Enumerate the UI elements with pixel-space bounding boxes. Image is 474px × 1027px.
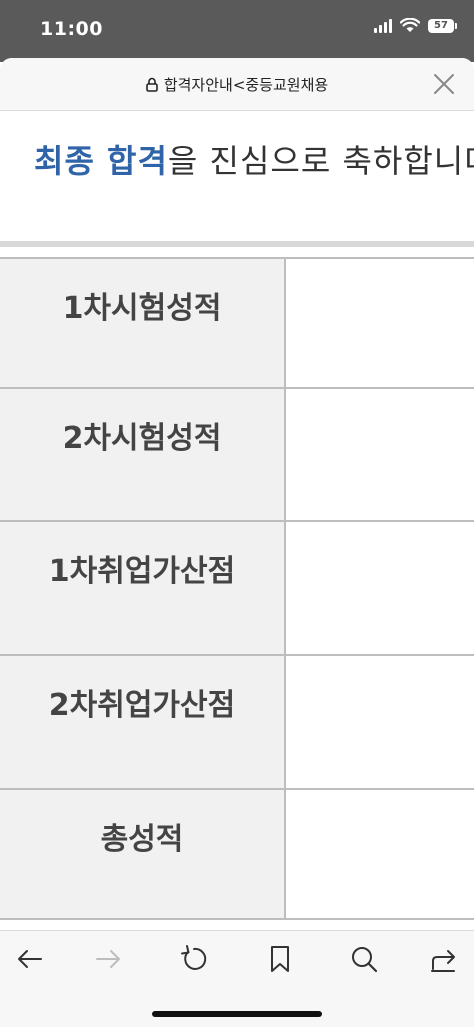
row-label: 1차취업가산점 <box>0 520 286 656</box>
home-indicator <box>152 1011 322 1017</box>
page-title-text: 합격자안내<중등교원채용 <box>163 76 329 94</box>
congrats-highlight: 최종 합격 <box>34 142 168 180</box>
reload-icon <box>181 945 207 970</box>
status-time: 11:00 <box>40 18 103 40</box>
score-table: 1차시험성적 2차시험성적 1차취업가산점 2차취업가산점 총성적 <box>0 257 474 920</box>
battery-icon: 57 <box>428 18 457 33</box>
row-value <box>284 257 474 389</box>
status-bar: 11:00 57 <box>0 0 474 62</box>
search-icon <box>352 947 378 973</box>
row-label: 총성적 <box>0 788 286 920</box>
table-row: 2차취업가산점 <box>0 654 474 790</box>
congrats-rest: 을 진심으로 축하합니다 <box>167 142 474 180</box>
page-title: 합격자안내<중등교원채용 <box>0 74 474 95</box>
row-label: 1차시험성적 <box>0 257 286 389</box>
row-value <box>284 654 474 790</box>
sheet-header: 합격자안내<중등교원채용 <box>0 58 474 111</box>
bookmark-button[interactable] <box>264 943 296 975</box>
forward-button[interactable] <box>92 943 124 975</box>
row-value <box>284 788 474 920</box>
table-row: 1차취업가산점 <box>0 520 474 656</box>
back-arrow-icon <box>18 950 42 968</box>
row-label: 2차시험성적 <box>0 387 286 522</box>
back-button[interactable] <box>14 943 46 975</box>
status-icons: 57 <box>374 18 457 33</box>
row-label: 2차취업가산점 <box>0 654 286 790</box>
row-value <box>284 387 474 522</box>
search-button[interactable] <box>348 943 380 975</box>
reload-button[interactable] <box>178 943 210 975</box>
share-button[interactable] <box>428 943 460 975</box>
row-value <box>284 520 474 656</box>
table-row: 2차시험성적 <box>0 387 474 522</box>
table-row: 총성적 <box>0 788 474 920</box>
table-row: 1차시험성적 <box>0 257 474 389</box>
lock-icon <box>146 77 158 92</box>
forward-arrow-icon <box>96 950 120 968</box>
bookmark-icon <box>271 946 289 972</box>
wifi-icon <box>400 18 420 32</box>
close-button[interactable] <box>432 72 456 96</box>
share-icon <box>431 950 455 972</box>
section-divider <box>0 241 474 247</box>
congrats-message: 최종 합격을 진심으로 축하합니다 <box>34 136 474 182</box>
close-icon <box>434 74 454 94</box>
signal-icon <box>374 18 392 33</box>
